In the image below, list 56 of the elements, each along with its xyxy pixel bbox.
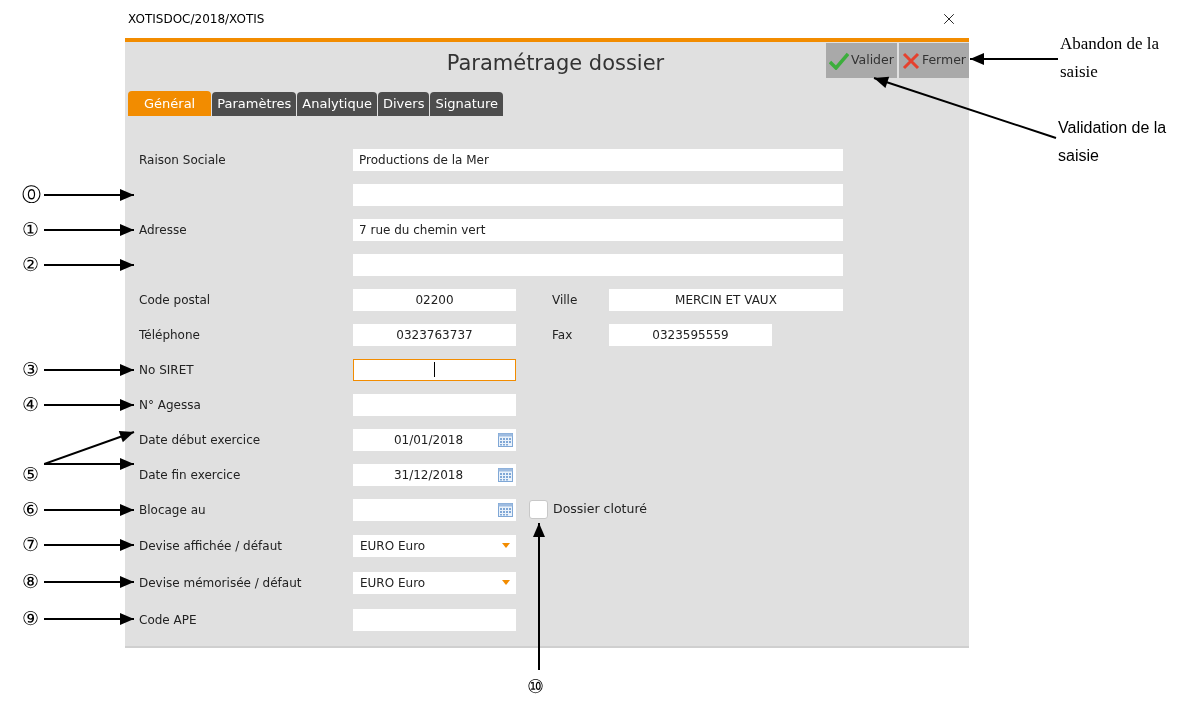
text-field[interactable]: 7 rue du chemin vert: [353, 218, 843, 241]
caret-icon: [502, 580, 510, 585]
tab[interactable]: Analytique: [297, 92, 377, 116]
field-label: Devise affichée / défaut: [139, 538, 282, 553]
date-field[interactable]: 01/01/2018: [353, 428, 516, 451]
text-field[interactable]: 0323595559: [609, 323, 772, 346]
callout-number: ⑨: [22, 607, 39, 629]
tab[interactable]: Divers: [377, 92, 430, 116]
checkbox[interactable]: [529, 500, 548, 519]
callout-number: ②: [22, 253, 39, 275]
calendar-icon[interactable]: [498, 432, 513, 447]
field-label: Date début exercice: [139, 432, 261, 447]
tab[interactable]: Signature: [430, 92, 504, 116]
field-label: Adresse: [139, 222, 187, 237]
field-label: Raison Sociale: [139, 152, 226, 167]
field-label: N° Agessa: [139, 397, 201, 412]
tab[interactable]: Paramètres: [212, 92, 297, 116]
text-field[interactable]: 02200: [353, 288, 516, 311]
callout-number: ⓪: [22, 183, 41, 205]
callout-number: ③: [22, 358, 39, 380]
dropdown[interactable]: EURO Euro: [353, 571, 516, 594]
text-field[interactable]: Productions de la Mer: [353, 148, 843, 171]
checkbox-label: Dossier cloturé: [553, 500, 647, 519]
field-label: Téléphone: [139, 327, 200, 342]
date-field[interactable]: [353, 498, 516, 521]
text-field[interactable]: [353, 358, 516, 381]
date-field[interactable]: 31/12/2018: [353, 463, 516, 486]
dialog-title: Paramétrage dossier: [446, 50, 665, 77]
annotation-text: Validation de la saisie: [1058, 118, 1168, 166]
field-label: No SIRET: [139, 362, 194, 377]
callout-number: ①: [22, 218, 39, 240]
callout-number: ⑤: [22, 463, 39, 485]
callout-number: ⑥: [22, 498, 39, 520]
callout-number: ⑩: [527, 675, 544, 697]
text-field[interactable]: 0323763737: [353, 323, 516, 346]
field-label: Devise mémorisée / défaut: [139, 575, 302, 590]
validate-button[interactable]: Valider: [825, 43, 897, 78]
callout-number: ⑦: [22, 533, 39, 555]
callout-number: ⑧: [22, 570, 39, 592]
close-button[interactable]: Fermer: [898, 43, 969, 78]
annotation-text: Abandon de la saisie: [1060, 33, 1161, 83]
field-label: Blocage au: [139, 502, 206, 517]
caret-icon: [502, 543, 510, 548]
field-label: Fax: [552, 326, 574, 344]
dropdown[interactable]: EURO Euro: [353, 534, 516, 557]
callout-number: ④: [22, 393, 39, 415]
calendar-icon[interactable]: [498, 467, 513, 482]
field-label: Ville: [552, 291, 579, 309]
text-field[interactable]: MERCIN ET VAUX: [609, 288, 843, 311]
close-icon: [901, 51, 920, 70]
field-label: Code postal: [139, 292, 211, 307]
field-label: Code APE: [139, 612, 197, 627]
calendar-icon[interactable]: [498, 502, 513, 517]
check-icon: [828, 51, 849, 70]
field-label: Date fin exercice: [139, 467, 241, 482]
window-title: XOTISDOC/2018/XOTIS: [128, 11, 265, 28]
